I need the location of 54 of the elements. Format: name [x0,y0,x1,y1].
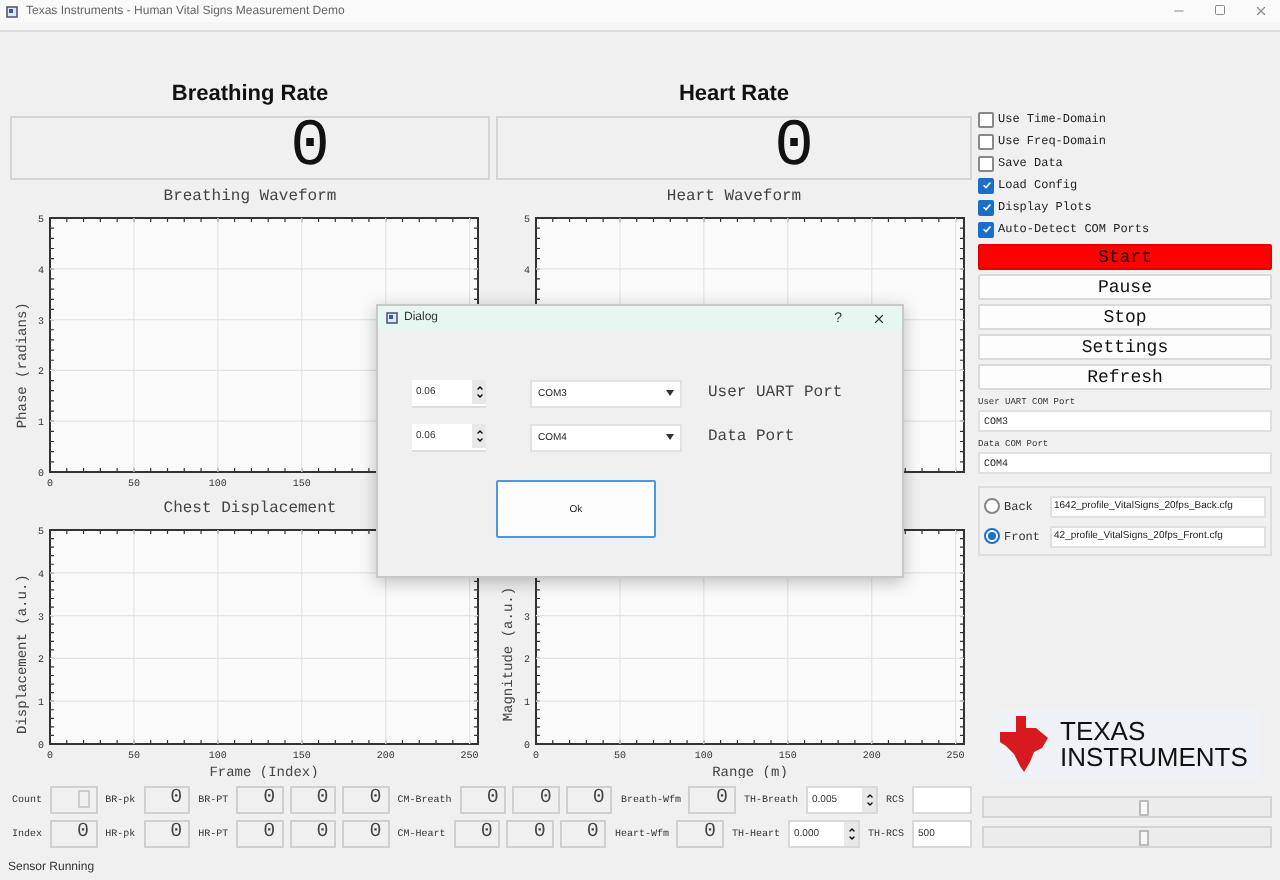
lcd-display: 0 [512,785,560,813]
logo-icon [998,714,1050,774]
checkbox[interactable] [978,221,994,237]
port-label: Data Port [708,428,795,446]
action-button[interactable]: Stop [978,304,1272,330]
lcd-display: 0 [10,116,490,180]
lcd-display: 0 [459,785,507,813]
rate-title: Heart Rate [678,82,790,106]
caret-icon [666,434,674,440]
close-icon[interactable] [872,311,886,325]
lcd-display: 0 [453,819,501,847]
radio-button[interactable] [984,528,1000,544]
checkbox[interactable] [978,133,994,149]
lcd-display: 0 [236,819,284,847]
lcd-display: 0 [50,819,98,847]
slider-thumb[interactable] [1139,800,1150,816]
lcd-display [50,785,98,813]
slider-thumb[interactable] [1139,830,1150,846]
checkbox[interactable] [978,111,994,127]
maximize-icon[interactable] [1214,4,1226,16]
chart-title: Heart Waveform [666,188,802,206]
chart-title: Chest Displacement [163,500,337,518]
port-label: User UART Port [708,384,843,402]
app-icon [6,5,18,17]
lcd-display: 0 [236,785,284,813]
radio-button[interactable] [984,498,1000,514]
checkbox[interactable] [978,155,994,171]
logo-text: INSTRUMENTS [1060,744,1248,770]
lcd-display: 0 [289,819,337,847]
lcd-display: 0 [496,116,972,180]
rate-title: Breathing Rate [171,82,329,106]
lcd-display: 0 [559,819,607,847]
action-button[interactable]: Pause [978,274,1272,300]
lcd-display: 0 [289,785,337,813]
lcd-display: 0 [143,819,191,847]
chart-title: Breathing Waveform [163,188,337,206]
lcd-display: 0 [676,819,724,847]
checkbox[interactable] [978,177,994,193]
action-button[interactable]: Refresh [978,364,1272,390]
app-icon [386,312,398,324]
lcd-display: 0 [143,785,191,813]
lcd-display: 0 [688,785,736,813]
lcd-display: 0 [342,819,390,847]
caret-icon [666,390,674,396]
action-button[interactable]: Start [978,244,1272,270]
slider-track[interactable] [982,826,1272,848]
lcd-display: 0 [506,819,554,847]
input-field[interactable] [912,785,973,813]
action-button[interactable]: Settings [978,334,1272,360]
checkbox[interactable] [978,199,994,215]
lcd-display: 0 [342,785,390,813]
slider-track[interactable] [982,796,1272,818]
lcd-display: 0 [565,785,613,813]
logo-text: TEXAS [1060,718,1148,744]
